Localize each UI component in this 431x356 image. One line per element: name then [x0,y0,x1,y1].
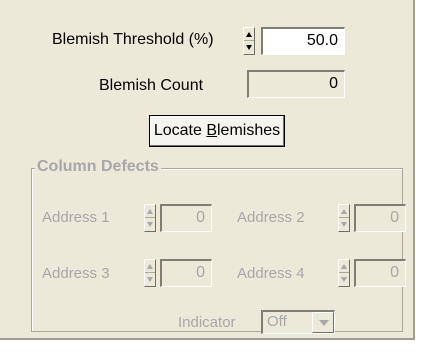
spinner-down-arrow-icon[interactable] [339,218,349,231]
column-defects-group [31,168,403,332]
spinner-down-arrow-icon[interactable] [145,273,155,286]
dropdown-arrow-icon[interactable] [312,312,334,333]
address-4-spinner[interactable] [338,259,350,287]
address-2-label: Address 2 [237,209,305,226]
blemish-threshold-input[interactable]: 50.0 [261,27,345,55]
address-3-label: Address 3 [42,265,110,282]
column-defects-title: Column Defects [35,158,161,176]
address-1-input[interactable]: 0 [160,204,212,232]
address-3-spinner[interactable] [144,259,156,287]
address-4-input[interactable]: 0 [354,259,406,287]
address-1-spinner[interactable] [144,204,156,232]
spinner-up-arrow-icon[interactable] [244,28,254,41]
spinner-up-arrow-icon[interactable] [145,205,155,218]
address-3-input[interactable]: 0 [160,259,212,287]
spinner-up-arrow-icon[interactable] [339,260,349,273]
locate-blemishes-label-suffix: lemishes [217,122,281,139]
address-2-input[interactable]: 0 [354,204,406,232]
locate-blemishes-button[interactable]: Locate Blemishes [149,115,285,147]
address-2-spinner[interactable] [338,204,350,232]
blemish-threshold-spinner[interactable] [243,27,255,55]
locate-blemishes-label-prefix: Locate [153,122,207,139]
indicator-label: Indicator [178,314,236,331]
indicator-selected-value: Off [267,313,287,330]
spinner-up-arrow-icon[interactable] [339,205,349,218]
locate-blemishes-label-accel: B [206,122,217,139]
blemish-count-label: Blemish Count [99,77,204,94]
spinner-down-arrow-icon[interactable] [145,218,155,231]
spinner-up-arrow-icon[interactable] [145,260,155,273]
address-4-label: Address 4 [237,265,305,282]
spinner-down-arrow-icon[interactable] [244,41,254,54]
address-1-label: Address 1 [42,209,110,226]
settings-panel: Blemish Threshold (%) 50.0 Blemish Count… [0,0,415,340]
indicator-dropdown[interactable]: Off [261,310,335,334]
blemish-threshold-label: Blemish Threshold (%) [52,31,214,48]
blemish-count-value: 0 [247,70,345,98]
spinner-down-arrow-icon[interactable] [339,273,349,286]
